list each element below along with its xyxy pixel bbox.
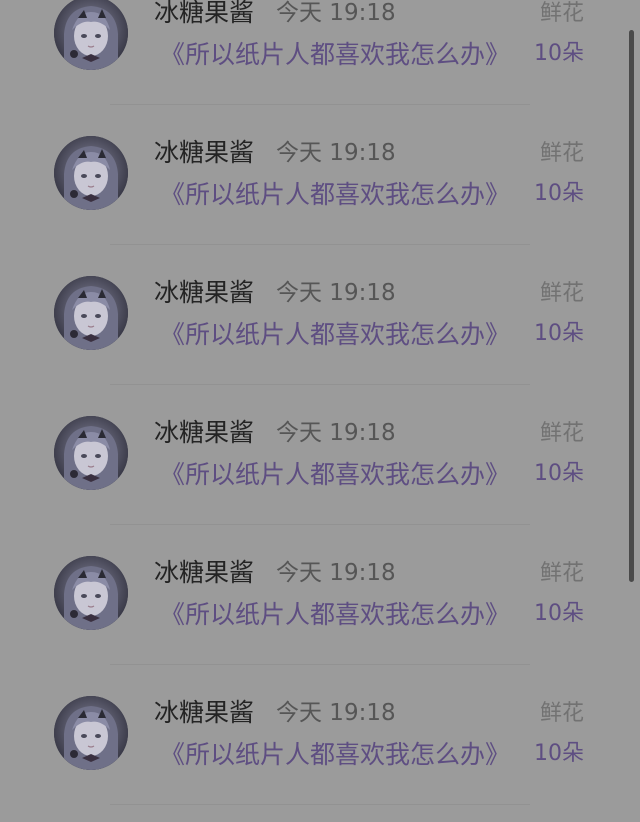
gift-type: 鲜花 xyxy=(539,421,584,446)
gift-type: 鲜花 xyxy=(539,561,584,586)
gift-count: 10朵 xyxy=(534,181,584,206)
list-item[interactable]: 冰糖果酱 今天 19:18 《所以纸片人都喜欢我怎么办》 鲜花 10朵 xyxy=(0,262,640,402)
gift-type: 鲜花 xyxy=(539,1,584,26)
book-title-link[interactable]: 《所以纸片人都喜欢我怎么办》 xyxy=(160,458,510,492)
user-name: 冰糖果酱 xyxy=(154,558,255,587)
list-item[interactable]: 冰糖果酱 今天 19:18 《所以纸片人都喜欢我怎么办》 鲜花 10朵 xyxy=(0,122,640,262)
gift-count: 10朵 xyxy=(534,321,584,346)
divider xyxy=(110,804,530,805)
avatar[interactable] xyxy=(54,276,128,350)
avatar[interactable] xyxy=(54,0,128,70)
gift-type: 鲜花 xyxy=(539,281,584,306)
timestamp: 今天 19:18 xyxy=(276,700,396,726)
list-item[interactable]: 冰糖果酱 今天 19:18 《所以纸片人都喜欢我怎么办》 鲜花 10朵 xyxy=(0,402,640,542)
gift-record-list: 冰糖果酱 今天 19:18 《所以纸片人都喜欢我怎么办》 鲜花 10朵 冰糖果酱… xyxy=(0,0,640,822)
book-title-link[interactable]: 《所以纸片人都喜欢我怎么办》 xyxy=(160,738,510,772)
avatar[interactable] xyxy=(54,136,128,210)
timestamp: 今天 19:18 xyxy=(276,420,396,446)
book-title-link[interactable]: 《所以纸片人都喜欢我怎么办》 xyxy=(160,38,510,72)
user-name: 冰糖果酱 xyxy=(154,418,255,447)
divider xyxy=(110,104,530,105)
divider xyxy=(110,664,530,665)
gift-type: 鲜花 xyxy=(539,141,584,166)
divider xyxy=(110,524,530,525)
gift-type: 鲜花 xyxy=(539,701,584,726)
divider xyxy=(110,244,530,245)
timestamp: 今天 19:18 xyxy=(276,0,396,26)
user-name: 冰糖果酱 xyxy=(154,138,255,167)
timestamp: 今天 19:18 xyxy=(276,560,396,586)
user-name: 冰糖果酱 xyxy=(154,278,255,307)
gift-count: 10朵 xyxy=(534,741,584,766)
scrollbar[interactable] xyxy=(629,30,634,582)
book-title-link[interactable]: 《所以纸片人都喜欢我怎么办》 xyxy=(160,318,510,352)
book-title-link[interactable]: 《所以纸片人都喜欢我怎么办》 xyxy=(160,598,510,632)
gift-count: 10朵 xyxy=(534,41,584,66)
list-item[interactable]: 冰糖果酱 今天 19:18 《所以纸片人都喜欢我怎么办》 鲜花 10朵 xyxy=(0,0,640,122)
user-name: 冰糖果酱 xyxy=(154,698,255,727)
avatar[interactable] xyxy=(54,696,128,770)
avatar[interactable] xyxy=(54,556,128,630)
gift-count: 10朵 xyxy=(534,601,584,626)
list-item[interactable]: 冰糖果酱 今天 19:18 《所以纸片人都喜欢我怎么办》 鲜花 10朵 xyxy=(0,542,640,682)
timestamp: 今天 19:18 xyxy=(276,280,396,306)
book-title-link[interactable]: 《所以纸片人都喜欢我怎么办》 xyxy=(160,178,510,212)
list-item[interactable]: 冰糖果酱 今天 19:18 《所以纸片人都喜欢我怎么办》 鲜花 10朵 xyxy=(0,682,640,822)
user-name: 冰糖果酱 xyxy=(154,0,255,27)
gift-count: 10朵 xyxy=(534,461,584,486)
avatar[interactable] xyxy=(54,416,128,490)
divider xyxy=(110,384,530,385)
timestamp: 今天 19:18 xyxy=(276,140,396,166)
